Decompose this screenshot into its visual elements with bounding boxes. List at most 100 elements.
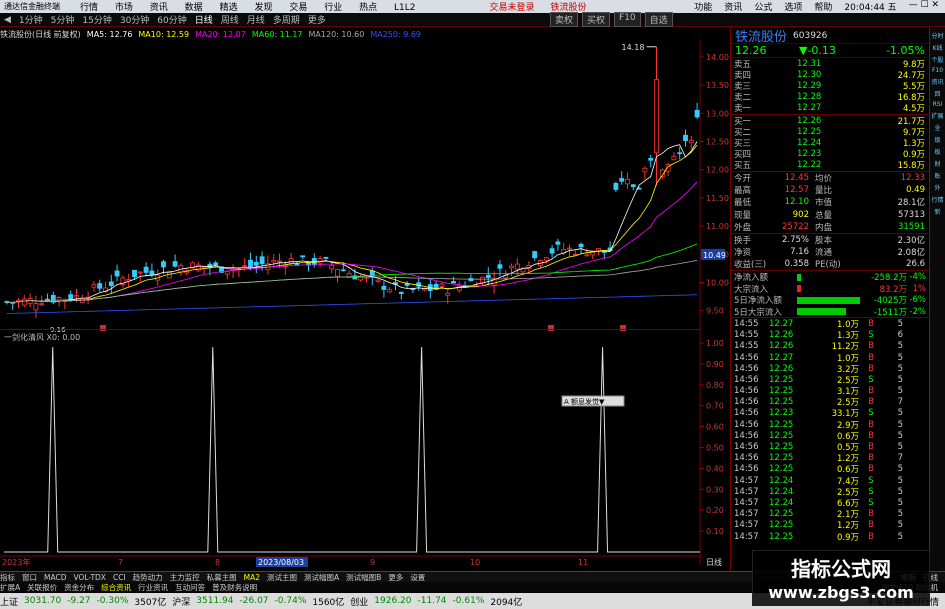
period-tab[interactable]: 周线 xyxy=(221,13,239,26)
extension-tab[interactable]: 普及财务说明 xyxy=(212,582,257,593)
indicator-tab[interactable]: VOL-TDX xyxy=(73,573,105,582)
period-tab-selected[interactable]: 日线 xyxy=(195,13,213,26)
tick-time: 14:56 xyxy=(734,430,759,441)
tick-side: B xyxy=(868,341,874,352)
app-title: 通达信金融终端 xyxy=(4,2,60,11)
tick-count: 5 xyxy=(897,520,903,531)
ma-line xyxy=(6,144,698,303)
menu-item[interactable]: 精选 xyxy=(220,3,238,13)
window-controls[interactable]: — ☐ ✕ xyxy=(909,0,939,13)
menu-item[interactable]: 行业 xyxy=(324,3,342,13)
period-tab[interactable]: 60分钟 xyxy=(157,13,186,26)
menu-item[interactable]: 功能 xyxy=(694,0,712,13)
menu-item[interactable]: 资讯 xyxy=(724,0,742,13)
shortcut-item[interactable]: 板 xyxy=(930,147,945,156)
tick-count: 5 xyxy=(897,531,903,542)
field-value: 57313 xyxy=(897,209,925,220)
indicator-tab[interactable]: 更多 xyxy=(388,572,403,583)
extension-tab[interactable]: 综合资讯 xyxy=(101,582,131,593)
ma-label: MA60: 11.17 xyxy=(251,29,303,39)
tick-time: 14:57 xyxy=(734,531,759,542)
shortcut-item[interactable]: 扩展 xyxy=(930,111,945,120)
field-label: PE(动) xyxy=(815,260,841,271)
extension-tab[interactable]: 资金分布 xyxy=(64,582,94,593)
extension-tab[interactable]: 扩展A xyxy=(0,582,20,593)
indicator-tab[interactable]: 测试主图 xyxy=(267,572,297,583)
extension-tab[interactable]: 互动问答 xyxy=(175,582,205,593)
menu-item[interactable]: 公式 xyxy=(754,0,772,13)
menu-item[interactable]: 市场 xyxy=(115,3,133,13)
shortcut-item[interactable]: RSI xyxy=(930,101,945,108)
extension-tab[interactable]: 行业资讯 xyxy=(138,582,168,593)
ask-book: 卖五 12.31 9.8万 卖四 12.30 24.7万 卖三 12.29 5.5万 卖二 12.2… xyxy=(731,58,929,115)
menu-item[interactable]: 选项 xyxy=(784,0,802,13)
period-tab[interactable]: 5分钟 xyxy=(51,13,75,26)
indicator-tab[interactable]: MACD xyxy=(44,573,66,582)
tick-row: 14:55 12.27 1.0万 B 5 xyxy=(731,318,929,330)
tick-count: 5 xyxy=(897,419,903,430)
trade-login-alert[interactable]: 交易未登录 xyxy=(490,0,535,13)
indicator-tab[interactable]: 测试幅图A xyxy=(304,572,339,583)
indicator-tab[interactable]: MA2 xyxy=(244,573,260,582)
candle-body xyxy=(683,134,688,142)
candle-body xyxy=(555,241,561,245)
period-tab[interactable]: 更多 xyxy=(308,13,326,26)
shortcut-item[interactable]: 回 xyxy=(930,89,945,98)
period-tab[interactable]: 1分钟 xyxy=(19,13,43,26)
menu-item[interactable]: L1L2 xyxy=(394,3,415,13)
tick-time: 14:57 xyxy=(734,509,759,520)
shortcut-item[interactable]: 外 xyxy=(930,183,945,192)
field-row: 收益(三) 0.358 PE(动) 26.6 xyxy=(731,258,929,270)
tick-price: 12.24 xyxy=(769,475,794,486)
menu-item[interactable]: 数据 xyxy=(185,3,203,13)
tick-side: B xyxy=(868,352,874,363)
ask-price: 12.31 xyxy=(797,58,822,69)
flow-bar-fill xyxy=(797,273,801,281)
index-change: -26.07 xyxy=(239,596,269,606)
shortcut-item[interactable]: 行情 xyxy=(930,195,945,204)
shortcut-item[interactable]: 账 xyxy=(930,171,945,180)
flow-row: 5日大宗流入 -1511万 -2% xyxy=(731,306,929,318)
shortcut-item[interactable]: 全 xyxy=(930,123,945,132)
toolbar-button[interactable]: 卖权 xyxy=(550,12,579,27)
shortcut-item[interactable]: 资讯 xyxy=(930,77,945,86)
indicator-tab[interactable]: 测试幅图B xyxy=(346,572,381,583)
flow-label: 5日大宗流入 xyxy=(734,307,782,318)
period-tab[interactable]: 15分钟 xyxy=(82,13,111,26)
tick-time: 14:56 xyxy=(734,363,759,374)
menu-item[interactable]: 行情 xyxy=(80,3,98,13)
tick-price: 12.25 xyxy=(769,374,794,385)
menu-item[interactable]: 交易 xyxy=(289,3,307,13)
menu-item[interactable]: 发现 xyxy=(254,3,272,13)
title-right-menu: 功能 资讯 公式 选项 帮助 20:04:44 五 — ☐ ✕ xyxy=(688,0,945,13)
shortcut-item[interactable]: F10 xyxy=(930,67,945,74)
indicator-tab[interactable]: CCI xyxy=(113,573,126,582)
date-label: 7 xyxy=(118,558,123,567)
kline-chart[interactable]: 14.0013.5013.0012.5012.0011.5011.0010.50… xyxy=(0,40,730,570)
menu-item[interactable]: 资讯 xyxy=(150,3,168,13)
shortcut-item[interactable]: 财 xyxy=(930,159,945,168)
shortcut-item[interactable]: K线 xyxy=(930,43,945,52)
toolbar-button[interactable]: 自选 xyxy=(644,12,673,27)
toolbar-button[interactable]: F10 xyxy=(614,12,641,27)
field-label: 均价 xyxy=(815,173,833,184)
candle-body xyxy=(671,155,677,161)
back-icon[interactable]: ◀ xyxy=(4,15,11,25)
period-tab[interactable]: 30分钟 xyxy=(120,13,149,26)
watermark-url: www.zbgs3.com xyxy=(768,583,914,602)
shortcut-item[interactable]: 分时 xyxy=(930,31,945,40)
shortcut-item[interactable]: 级 xyxy=(930,135,945,144)
period-tab[interactable]: 月线 xyxy=(247,13,265,26)
candle-body xyxy=(340,269,346,272)
menu-item[interactable]: 热点 xyxy=(359,3,377,13)
tick-side: B xyxy=(868,419,874,430)
shortcut-item[interactable]: 新 xyxy=(930,207,945,216)
shortcut-item[interactable]: 个股 xyxy=(930,55,945,64)
indicator-tab[interactable]: 设置 xyxy=(410,572,425,583)
menu-item[interactable]: 帮助 xyxy=(814,0,832,13)
period-tab[interactable]: 多周期 xyxy=(273,13,300,26)
extension-tab[interactable]: 关联报价 xyxy=(27,582,57,593)
field-label: 流通 xyxy=(815,248,833,259)
toolbar-button[interactable]: 买权 xyxy=(582,12,611,27)
tick-volume: 3.1万 xyxy=(836,387,859,398)
